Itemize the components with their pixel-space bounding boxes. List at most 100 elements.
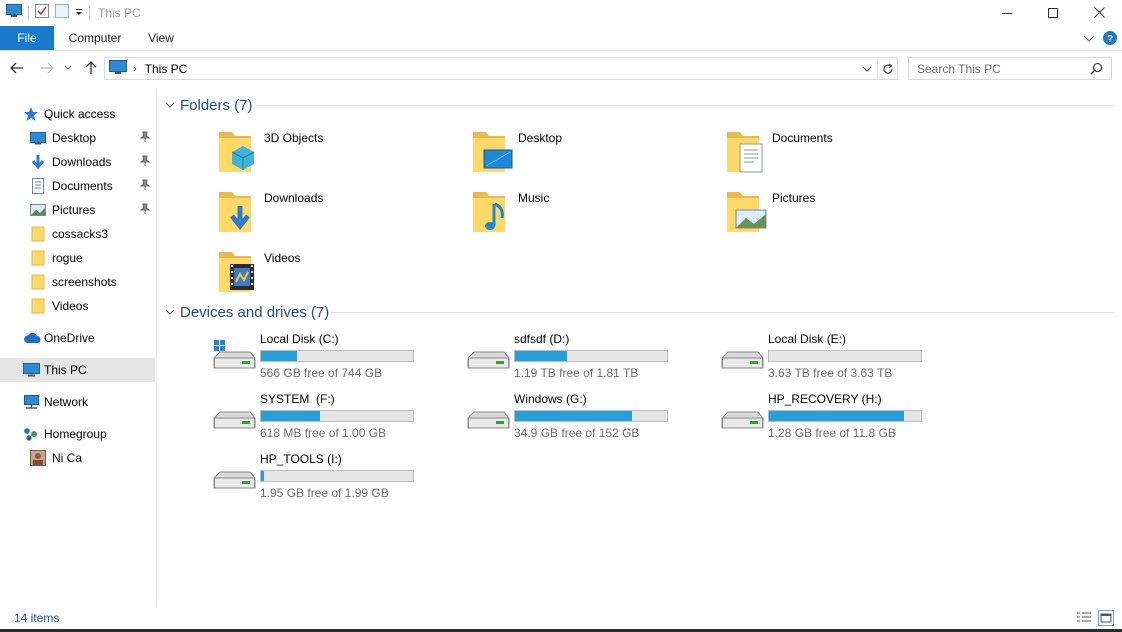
computer-icon [23, 362, 40, 378]
recent-locations-button[interactable] [62, 58, 74, 78]
drive-tile[interactable]: sdfsdf (D:) 1.19 TB free of 1.81 TB [466, 330, 716, 388]
customize-toolbar-chevron-icon[interactable] [75, 6, 83, 20]
breadcrumb-this-pc[interactable]: This PC [145, 62, 188, 76]
drive-name: Local Disk (C:) [260, 332, 339, 346]
sidebar-item-label: Pictures [52, 203, 96, 217]
drive-tile[interactable]: HP_RECOVERY (H:) 1.28 GB free of 11.8 GB [720, 390, 970, 448]
details-view-icon[interactable] [1076, 610, 1092, 626]
drive-name: sdfsdf (D:) [514, 332, 570, 346]
folders-group-header[interactable]: Folders (7) [164, 94, 253, 116]
sidebar-item-label: Videos [52, 299, 89, 313]
sidebar-item-network[interactable]: Network [0, 390, 155, 414]
downloads-icon [30, 154, 46, 170]
sidebar-item-onedrive[interactable]: OneDrive [0, 326, 155, 350]
forward-button[interactable] [38, 58, 56, 78]
minimize-button[interactable] [984, 0, 1030, 25]
sidebar-item-this-pc[interactable]: This PC [0, 358, 155, 382]
hard-drive-icon [721, 351, 764, 369]
sidebar-item-label: Ni Ca [52, 451, 83, 465]
sidebar-item-label: Documents [52, 179, 113, 193]
folder-icon [30, 274, 46, 290]
drive-tile[interactable]: Local Disk (C:) 566 GB free of 744 GB [212, 330, 462, 388]
drive-usage-fill [769, 411, 905, 421]
drives-group-header[interactable]: Devices and drives (7) [164, 301, 329, 323]
search-input[interactable] [917, 61, 1077, 76]
new-folder-icon[interactable] [55, 4, 69, 21]
expand-ribbon-icon[interactable] [1083, 32, 1095, 46]
group-title: Devices and drives (7) [180, 303, 330, 321]
sidebar-item-desktop[interactable]: Desktop [0, 126, 155, 150]
folder-tile-desktop[interactable]: Desktop [472, 128, 722, 184]
drive-tile[interactable]: HP_TOOLS (I:) 1.95 GB free of 1.99 GB [212, 450, 462, 508]
folder-name: 3D Objects [264, 131, 324, 145]
drive-usage-fill [261, 411, 321, 421]
drive-tile[interactable]: SYSTEM (F:) 618 MB free of 1.00 GB [212, 390, 462, 448]
pin-icon[interactable] [139, 179, 151, 194]
folder-tile-videos[interactable]: Videos [218, 248, 468, 304]
folder-tile-downloads[interactable]: Downloads [218, 188, 468, 244]
folder-icon [30, 298, 46, 314]
toolbar-separator [28, 5, 29, 20]
back-button[interactable] [8, 58, 26, 78]
drive-tile[interactable]: Windows (G:) 34.9 GB free of 152 GB [466, 390, 716, 448]
star-icon [23, 106, 39, 122]
sidebar-item-screenshots[interactable]: screenshots [0, 270, 155, 294]
pin-icon[interactable] [139, 131, 151, 146]
sidebar-item-user[interactable]: Ni Ca [0, 446, 155, 470]
search-icon[interactable] [1090, 62, 1103, 78]
sidebar-item-label: OneDrive [44, 331, 95, 345]
folder-icon [30, 250, 46, 266]
item-count: 14 items [14, 611, 60, 625]
up-button[interactable] [82, 58, 100, 78]
tab-file[interactable]: File [0, 26, 54, 50]
user-avatar-icon [30, 450, 46, 466]
sidebar-item-downloads[interactable]: Downloads [0, 150, 155, 174]
chevron-down-icon [64, 65, 72, 70]
refresh-button[interactable] [877, 58, 897, 79]
pin-icon[interactable] [139, 203, 151, 218]
folder-tile-3d-objects[interactable]: 3D Objects [218, 128, 468, 184]
desktop-folder-icon [473, 132, 513, 172]
drive-tile[interactable]: Local Disk (E:) 3.63 TB free of 3.63 TB [720, 330, 970, 388]
folder-icon [30, 226, 46, 242]
properties-icon[interactable] [35, 4, 49, 21]
search-box[interactable] [908, 57, 1112, 80]
tab-computer[interactable]: Computer [60, 26, 130, 50]
folder-tile-pictures[interactable]: Pictures [726, 188, 976, 244]
sidebar-item-label: cossacks3 [52, 227, 109, 241]
folder-name: Pictures [772, 191, 816, 205]
forward-arrow-icon [41, 62, 54, 74]
pin-icon[interactable] [139, 155, 151, 170]
close-button[interactable] [1076, 0, 1122, 25]
sidebar-item-pictures[interactable]: Pictures [0, 198, 155, 222]
large-icons-view-icon[interactable] [1098, 610, 1114, 626]
sidebar-item-homegroup[interactable]: Homegroup [0, 422, 155, 446]
hard-drive-icon [467, 351, 510, 369]
folder-name: Documents [772, 131, 833, 145]
folder-tile-documents[interactable]: Documents [726, 128, 976, 184]
drive-usage-fill [261, 471, 265, 481]
breadcrumb-separator-icon[interactable]: › [133, 63, 137, 75]
back-arrow-icon [10, 62, 23, 74]
cloud-icon [23, 330, 41, 346]
sidebar-item-cossacks3[interactable]: cossacks3 [0, 222, 155, 246]
title-bar: This PC [0, 0, 1122, 25]
drive-usage-bar [260, 470, 414, 482]
help-icon[interactable]: ? [1103, 31, 1117, 48]
tab-view[interactable]: View [138, 26, 184, 50]
folder-tile-music[interactable]: Music [472, 188, 722, 244]
sidebar-item-label: rogue [52, 251, 83, 265]
sidebar-item-rogue[interactable]: rogue [0, 246, 155, 270]
sidebar-item-quick-access[interactable]: Quick access [0, 102, 155, 126]
svg-text:?: ? [1107, 34, 1113, 45]
sidebar-item-documents[interactable]: Documents [0, 174, 155, 198]
maximize-button[interactable] [1030, 0, 1076, 25]
drive-free-space: 1.19 TB free of 1.81 TB [514, 366, 639, 380]
address-history-dropdown[interactable] [859, 58, 875, 79]
desktop-icon [30, 130, 46, 146]
sidebar-item-videos[interactable]: Videos [0, 294, 155, 318]
folder-name: Desktop [518, 131, 563, 145]
3d-objects-folder-icon [219, 132, 255, 172]
drive-usage-fill [515, 351, 567, 361]
address-bar[interactable]: › This PC [104, 57, 898, 80]
